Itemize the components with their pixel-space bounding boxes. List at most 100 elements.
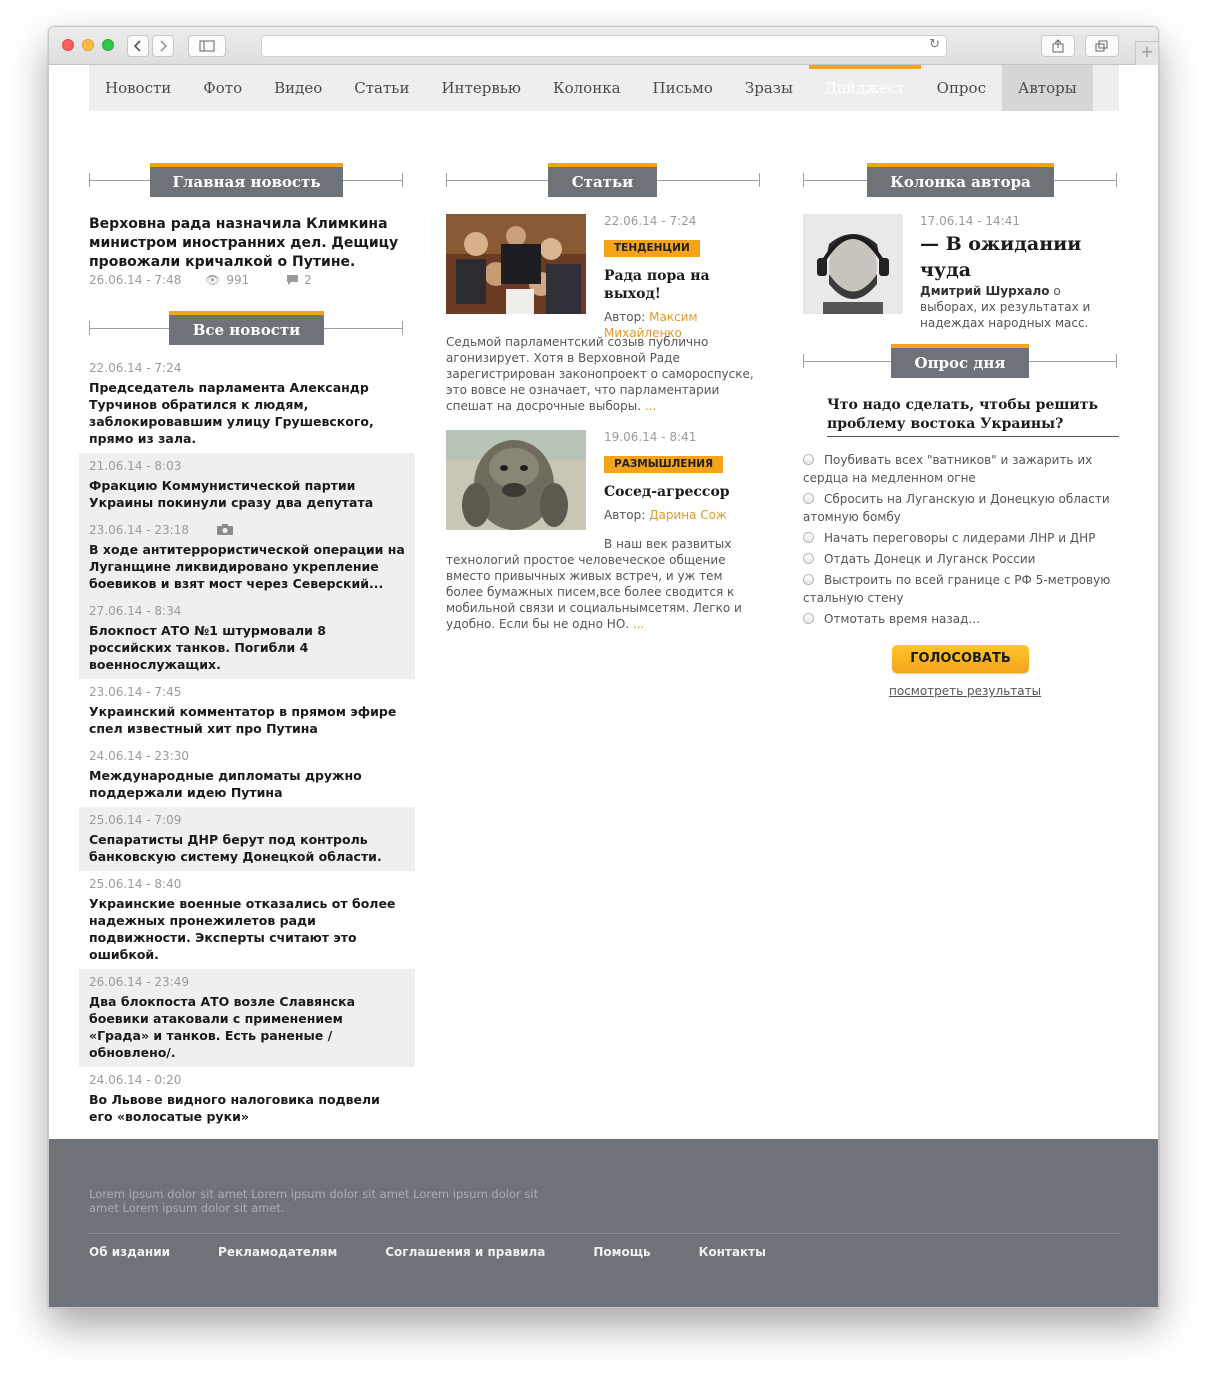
news-date: 24.06.14 - 0:20	[89, 1073, 182, 1087]
news-title[interactable]: Два блокпоста АТО возле Славянска боевик…	[89, 993, 405, 1061]
poll-option[interactable]: Поубивать всех "ватников" и зажарить их …	[803, 451, 1120, 487]
news-title[interactable]: Блокпост АТО №1 штурмовали 8 российских …	[89, 622, 405, 673]
nav-item-articles[interactable]: Статьи	[338, 65, 425, 111]
radio-button[interactable]	[803, 493, 814, 504]
news-title[interactable]: Украинский комментатор в прямом эфире сп…	[89, 703, 405, 737]
poll-option[interactable]: Отмотать время назад...	[803, 610, 1120, 628]
footer-link-advertisers[interactable]: Рекламодателям	[218, 1245, 337, 1259]
poll-option[interactable]: Выстроить по всей границе с РФ 5-метрову…	[803, 571, 1120, 607]
list-item[interactable]: 27.06.14 - 8:34 Блокпост АТО №1 штурмова…	[79, 598, 415, 679]
nav-item-authors[interactable]: Авторы	[1001, 65, 1093, 111]
article-tag[interactable]: РАЗМЫШЛЕНИЯ	[604, 456, 724, 473]
forward-button[interactable]	[152, 35, 174, 57]
radio-button[interactable]	[803, 532, 814, 543]
author-column-card: 17.06.14 - 14:41 — В ожидании чуда Дмитр…	[803, 214, 1120, 334]
radio-button[interactable]	[803, 454, 814, 465]
news-title[interactable]: Председатель парламента Александр Турчин…	[89, 379, 405, 447]
vote-button[interactable]: ГОЛОСОВАТЬ	[892, 645, 1029, 673]
nav-item-photo[interactable]: Фото	[187, 65, 258, 111]
poll-option[interactable]: Сбросить на Луганскую и Донецкую области…	[803, 490, 1120, 526]
list-item[interactable]: 26.06.14 - 23:49 Два блокпоста АТО возле…	[79, 969, 415, 1067]
all-news-list: 22.06.14 - 7:24 Председатель парламента …	[79, 355, 415, 1131]
list-item[interactable]: 25.06.14 - 8:40 Украинские военные отказ…	[79, 871, 415, 969]
article-author: Автор: Дарина Сож	[604, 507, 764, 523]
article-image[interactable]	[446, 214, 586, 314]
news-title[interactable]: Международные дипломаты дружно поддержал…	[89, 767, 405, 801]
radio-button[interactable]	[803, 553, 814, 564]
article-date: 19.06.14 - 8:41	[604, 430, 697, 444]
article-title[interactable]: Рада пора на выход!	[604, 267, 764, 303]
all-news-heading: Все новости	[169, 311, 324, 345]
new-tab-button[interactable]: +	[1135, 41, 1158, 65]
sidebar-button[interactable]	[188, 35, 226, 57]
share-button[interactable]	[1041, 35, 1075, 57]
news-title[interactable]: Украинские военные отказались от более н…	[89, 895, 405, 963]
news-title[interactable]: Во Львове видного налоговика подвели его…	[89, 1091, 405, 1125]
list-item[interactable]: 21.06.14 - 8:03 Фракцию Коммунистической…	[79, 453, 415, 517]
footer-link-about[interactable]: Об издании	[89, 1245, 170, 1259]
read-more-link[interactable]: ...	[633, 617, 644, 631]
author-label: Автор:	[604, 310, 646, 324]
column-author-link[interactable]: Дмитрий Шурхало	[920, 284, 1050, 298]
close-window-button[interactable]	[62, 39, 74, 51]
news-date: 23.06.14 - 23:18	[89, 523, 189, 537]
news-date: 25.06.14 - 7:09	[89, 813, 182, 827]
list-item[interactable]: 23.06.14 - 7:45 Украинский комментатор в…	[79, 679, 415, 743]
column-title[interactable]: — В ожидании чуда	[920, 231, 1120, 283]
poll-question: Что надо сделать, чтобы решить проблему …	[827, 396, 1119, 437]
list-item[interactable]: 22.06.14 - 7:24 Председатель парламента …	[79, 355, 415, 453]
nav-item-column[interactable]: Колонка	[537, 65, 637, 111]
news-date: 26.06.14 - 23:49	[89, 975, 189, 989]
radio-button[interactable]	[803, 613, 814, 624]
nav-item-poll[interactable]: Опрос	[921, 65, 1002, 111]
view-results-link[interactable]: посмотреть результаты	[889, 684, 1041, 698]
footer-link-help[interactable]: Помощь	[593, 1245, 650, 1259]
poll-option[interactable]: Отдать Донецк и Луганск России	[803, 550, 1120, 568]
views-count: 991	[226, 273, 250, 287]
author-photo[interactable]	[803, 214, 903, 314]
tabs-icon	[1095, 40, 1108, 52]
list-item[interactable]: 24.06.14 - 0:20 Во Львове видного налого…	[79, 1067, 415, 1131]
poll-option-label: Выстроить по всей границе с РФ 5-метрову…	[803, 573, 1111, 605]
list-item[interactable]: 25.06.14 - 7:09 Сепаратисты ДНР берут по…	[79, 807, 415, 871]
news-date: 25.06.14 - 8:40	[89, 877, 182, 891]
article-title[interactable]: Сосед-агрессор	[604, 483, 764, 501]
footer-link-terms[interactable]: Соглашения и правила	[385, 1245, 545, 1259]
read-more-link[interactable]: ...	[645, 399, 656, 413]
share-icon	[1052, 39, 1064, 53]
main-news-title[interactable]: Верховна рада назначила Климкина министр…	[89, 215, 399, 272]
nav-item-digest[interactable]: Дайджест	[808, 65, 921, 111]
nav-item-interview[interactable]: Интервью	[425, 65, 537, 111]
tabs-button[interactable]	[1085, 35, 1119, 57]
article-excerpt: Седьмой парламентский созыв публично аго…	[446, 334, 763, 414]
minimize-window-button[interactable]	[82, 39, 94, 51]
author-label: Автор:	[604, 508, 646, 522]
nav-item-video[interactable]: Видео	[258, 65, 338, 111]
poll-option[interactable]: Начать переговоры с лидерами ЛНР и ДНР	[803, 529, 1120, 547]
back-button[interactable]	[127, 35, 149, 57]
reload-icon[interactable]: ↻	[929, 37, 940, 52]
list-item[interactable]: 24.06.14 - 23:30 Международные дипломаты…	[79, 743, 415, 807]
main-news-block: Верховна рада назначила Климкина министр…	[89, 215, 399, 288]
chevron-left-icon	[133, 40, 141, 52]
author-link[interactable]: Дарина Сож	[649, 508, 727, 522]
article-tag[interactable]: ТЕНДЕНЦИИ	[604, 240, 700, 257]
news-title[interactable]: Сепаратисты ДНР берут под контроль банко…	[89, 831, 405, 865]
eye-icon: 👁	[205, 273, 221, 287]
column-desc-block: Дмитрий Шурхало о выборах, их результата…	[920, 283, 1120, 331]
footer-link-contacts[interactable]: Контакты	[699, 1245, 766, 1259]
list-item[interactable]: 23.06.14 - 23:18 В ходе антитеррористиче…	[79, 517, 415, 598]
zoom-window-button[interactable]	[102, 39, 114, 51]
footer-text: Lorem ipsum dolor sit amet Lorem ipsum d…	[89, 1187, 539, 1215]
nav-item-zrazy[interactable]: Зразы	[729, 65, 809, 111]
radio-button[interactable]	[803, 574, 814, 585]
article-image[interactable]	[446, 430, 586, 530]
nav-item-letter[interactable]: Письмо	[637, 65, 729, 111]
poll-options: Поубивать всех "ватников" и зажарить их …	[803, 451, 1120, 631]
news-title[interactable]: В ходе антитеррористической операции на …	[89, 541, 405, 592]
poll-question-text: Что надо сделать, чтобы решить проблему …	[827, 397, 1098, 432]
article-meta: 22.06.14 - 7:24 ТЕНДЕНЦИИ Рада пора на в…	[604, 214, 764, 341]
nav-item-news[interactable]: Новости	[89, 65, 187, 111]
address-bar[interactable]: ↻	[261, 35, 947, 57]
news-title[interactable]: Фракцию Коммунистической партии Украины …	[89, 477, 405, 511]
